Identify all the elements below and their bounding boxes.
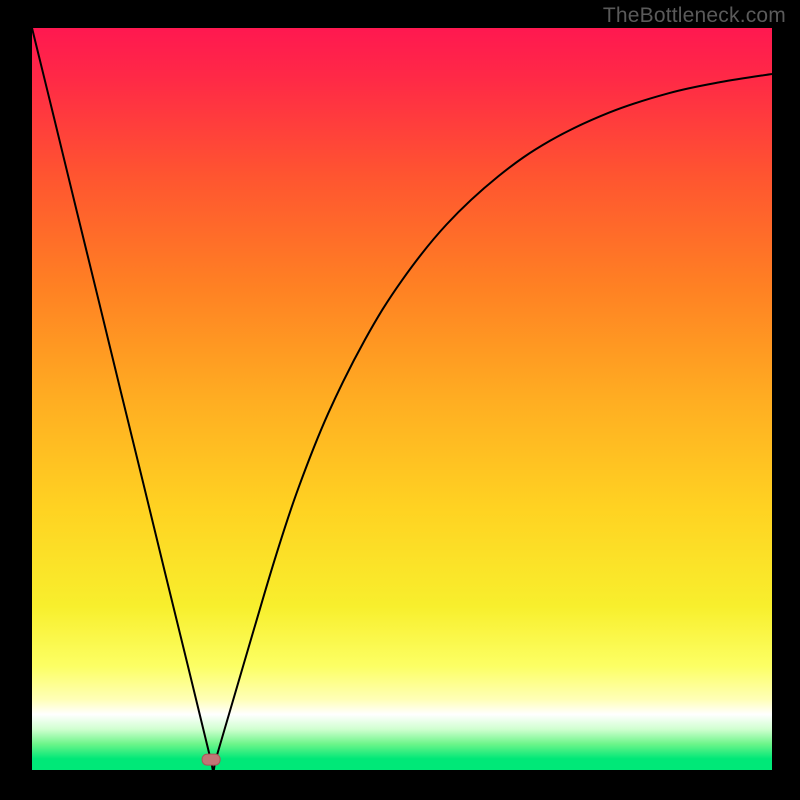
watermark-text: TheBottleneck.com xyxy=(603,4,786,28)
bottleneck-chart xyxy=(0,0,800,800)
minimum-marker xyxy=(202,754,220,765)
gradient-plot-background xyxy=(32,28,772,770)
chart-frame: { "watermark": "TheBottleneck.com", "col… xyxy=(0,0,800,800)
